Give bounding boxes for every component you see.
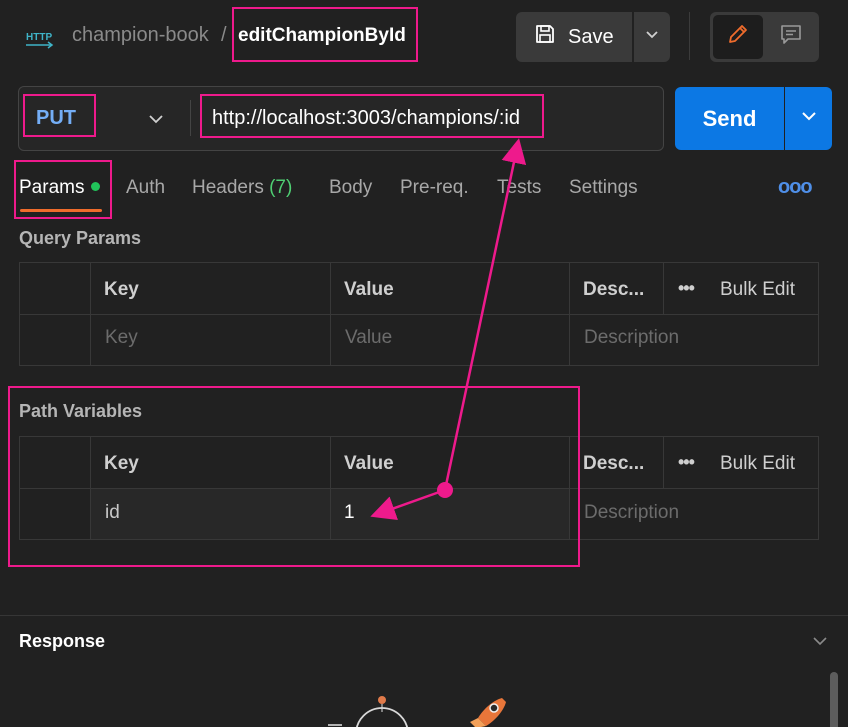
table-divider — [663, 262, 664, 314]
tab-pre-request[interactable]: Pre-req. — [400, 177, 469, 199]
send-button[interactable]: Send — [675, 87, 784, 150]
highlight-method — [23, 94, 96, 137]
bulk-edit-link[interactable]: Bulk Edit — [720, 279, 795, 301]
chevron-down-icon — [644, 26, 660, 48]
response-divider — [0, 615, 848, 616]
breadcrumb-parent[interactable]: champion-book — [72, 24, 209, 47]
key-input[interactable]: Key — [105, 327, 138, 349]
tab-body[interactable]: Body — [329, 177, 372, 199]
url-divider — [190, 100, 191, 136]
column-options-icon[interactable]: ••• — [678, 278, 695, 299]
query-params-title: Query Params — [19, 228, 142, 248]
header-divider — [689, 12, 690, 60]
tab-headers-label: Headers — [192, 177, 264, 198]
chevron-down-icon[interactable] — [145, 108, 167, 130]
comment-icon — [779, 22, 803, 52]
highlight-request-name — [232, 7, 418, 62]
edit-mode-button[interactable] — [713, 15, 763, 59]
table-divider — [19, 314, 819, 315]
response-title: Response — [19, 631, 106, 651]
column-header-key: Key — [104, 279, 139, 300]
save-options-button[interactable] — [634, 12, 670, 62]
astronaut-icon — [320, 690, 420, 727]
table-divider — [90, 262, 91, 366]
tab-auth[interactable]: Auth — [126, 177, 165, 199]
highlight-params-tab — [14, 160, 112, 219]
highlight-path-variables — [8, 386, 580, 567]
scrollbar-thumb[interactable] — [830, 672, 838, 727]
comments-button[interactable] — [766, 15, 816, 59]
column-header-value: Value — [344, 279, 394, 300]
chevron-down-icon — [800, 107, 818, 131]
column-options-icon[interactable]: ••• — [678, 452, 695, 473]
tab-tests[interactable]: Tests — [497, 177, 541, 199]
send-options-button[interactable] — [785, 87, 832, 150]
save-icon — [534, 23, 556, 51]
chevron-down-icon[interactable] — [809, 630, 831, 652]
svg-text:HTTP: HTTP — [26, 32, 52, 43]
more-options-button[interactable]: ooo — [778, 176, 813, 199]
pencil-icon — [726, 22, 750, 52]
table-divider — [569, 262, 570, 366]
table-divider — [663, 436, 664, 488]
table-divider — [330, 262, 331, 366]
breadcrumb-separator: / — [221, 24, 227, 46]
value-input[interactable]: Value — [345, 327, 392, 349]
column-header-description: Desc... — [583, 453, 645, 474]
http-icon: HTTP — [24, 24, 54, 50]
highlight-url — [200, 94, 544, 138]
headers-count: (7) — [269, 177, 293, 198]
bulk-edit-link[interactable]: Bulk Edit — [720, 453, 795, 475]
save-button[interactable]: Save — [516, 12, 632, 62]
tab-headers[interactable]: Headers (7) — [192, 177, 292, 199]
column-header-description: Desc... — [583, 279, 645, 300]
description-input[interactable]: Description — [584, 327, 679, 349]
rocket-icon — [466, 694, 510, 727]
tab-settings[interactable]: Settings — [569, 177, 638, 199]
save-label: Save — [568, 25, 614, 48]
description-input[interactable]: Description — [584, 502, 679, 524]
